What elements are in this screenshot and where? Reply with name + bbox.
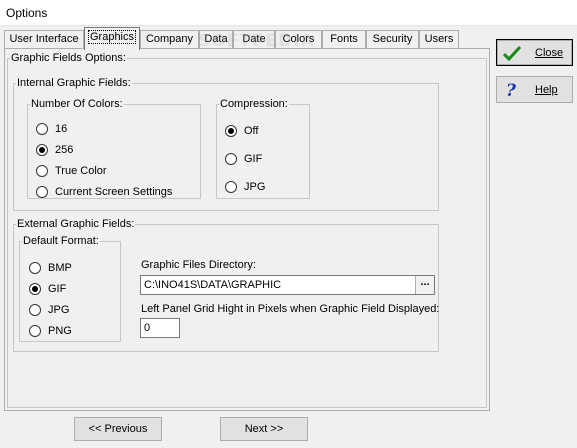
compression-off-radio[interactable]: Off xyxy=(225,124,258,138)
radio-circle xyxy=(225,181,237,193)
colors-screen-settings-radio[interactable]: Current Screen Settings xyxy=(36,185,172,199)
tab-security[interactable]: Security xyxy=(366,30,419,49)
radio-circle xyxy=(29,304,41,316)
number-of-colors-legend: Number Of Colors: xyxy=(31,98,123,110)
watermark: SOFTPEDIA xyxy=(198,31,315,51)
colors-16-radio[interactable]: 16 xyxy=(36,122,67,136)
graphic-fields-options-legend: Graphic Fields Options: xyxy=(11,52,126,64)
grid-height-input[interactable]: 0 xyxy=(140,318,180,338)
next-button[interactable]: Next >> xyxy=(220,417,308,441)
tab-user-interface[interactable]: User Interface xyxy=(4,30,84,49)
number-of-colors-group: Number Of Colors: 16 256 True Color Curr… xyxy=(27,98,201,199)
colors-true-color-radio[interactable]: True Color xyxy=(36,164,107,178)
external-graphic-fields-legend: External Graphic Fields: xyxy=(17,218,135,230)
close-button[interactable]: Close xyxy=(496,39,573,66)
tab-users[interactable]: Users xyxy=(419,30,459,49)
format-jpg-radio[interactable]: JPG xyxy=(29,303,69,317)
graphic-files-directory-input[interactable]: C:\INO41S\DATA\GRAPHIC ... xyxy=(140,275,435,295)
external-graphic-fields-group: External Graphic Fields: Default Format:… xyxy=(13,218,439,352)
graphic-fields-options-group: Graphic Fields Options: Internal Graphic… xyxy=(7,52,487,408)
check-icon xyxy=(503,45,521,61)
internal-graphic-fields-legend: Internal Graphic Fields: xyxy=(17,77,131,89)
window-title: Options xyxy=(0,0,577,26)
radio-circle-selected xyxy=(36,144,48,156)
radio-circle xyxy=(36,186,48,198)
previous-button[interactable]: << Previous xyxy=(74,417,162,441)
format-png-radio[interactable]: PNG xyxy=(29,324,72,338)
radio-circle xyxy=(29,325,41,337)
close-button-label: Close xyxy=(535,46,564,59)
radio-circle xyxy=(36,123,48,135)
directory-value: C:\INO41S\DATA\GRAPHIC xyxy=(144,279,282,291)
compression-jpg-radio[interactable]: JPG xyxy=(225,180,265,194)
compression-group: Compression: Off GIF JPG xyxy=(216,98,310,199)
graphic-files-directory-label: Graphic Files Directory: xyxy=(141,259,256,271)
help-button[interactable]: ? Help xyxy=(496,76,573,103)
browse-directory-button[interactable]: ... xyxy=(415,276,434,294)
help-icon: ? xyxy=(506,81,517,99)
help-button-label: Help xyxy=(535,83,558,96)
tab-company[interactable]: Company xyxy=(140,30,199,49)
compression-gif-radio[interactable]: GIF xyxy=(225,152,262,166)
colors-256-radio[interactable]: 256 xyxy=(36,143,73,157)
tab-fonts[interactable]: Fonts xyxy=(322,30,366,49)
default-format-legend: Default Format: xyxy=(23,235,99,247)
default-format-group: Default Format: BMP GIF JPG PNG xyxy=(19,235,121,342)
radio-circle xyxy=(36,165,48,177)
radio-circle xyxy=(29,262,41,274)
tab-graphics[interactable]: Graphics xyxy=(84,27,140,50)
format-gif-radio[interactable]: GIF xyxy=(29,282,66,296)
graphics-tab-panel: Graphic Fields Options: Internal Graphic… xyxy=(4,48,490,411)
grid-height-label: Left Panel Grid Hight in Pixels when Gra… xyxy=(141,303,440,315)
internal-graphic-fields-group: Internal Graphic Fields: Number Of Color… xyxy=(13,77,439,211)
compression-legend: Compression: xyxy=(220,98,288,110)
svg-text:?: ? xyxy=(506,81,517,99)
radio-circle-selected xyxy=(225,125,237,137)
radio-circle xyxy=(225,153,237,165)
next-button-label: Next >> xyxy=(244,423,284,435)
format-bmp-radio[interactable]: BMP xyxy=(29,261,72,275)
radio-circle-selected xyxy=(29,283,41,295)
previous-button-label: << Previous xyxy=(88,423,148,435)
